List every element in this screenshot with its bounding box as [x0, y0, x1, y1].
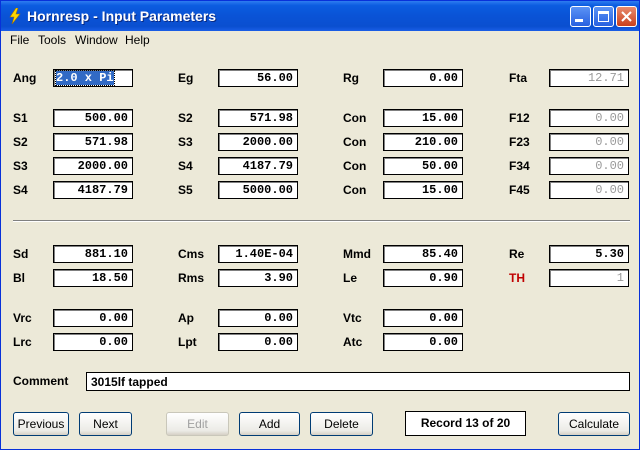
title-bar[interactable]: Hornresp - Input Parameters: [1, 1, 639, 31]
param-field-s2[interactable]: 571.98: [218, 109, 298, 127]
param-label-sd: Sd: [13, 247, 29, 261]
param-field-con[interactable]: 15.00: [383, 181, 463, 199]
param-label-s2: S2: [178, 111, 193, 125]
param-field-ang[interactable]: 2.0 x Pi: [53, 69, 133, 87]
param-field-s1[interactable]: 500.00: [53, 109, 133, 127]
param-field-rg[interactable]: 0.00: [383, 69, 463, 87]
param-label-s2: S2: [13, 135, 28, 149]
param-label-atc: Atc: [343, 335, 363, 349]
param-field-con[interactable]: 210.00: [383, 133, 463, 151]
menu-window[interactable]: Window: [75, 33, 118, 47]
param-field-th[interactable]: 1: [549, 269, 629, 287]
param-field-le[interactable]: 0.90: [383, 269, 463, 287]
param-field-con[interactable]: 50.00: [383, 157, 463, 175]
param-label-f12: F12: [509, 111, 530, 125]
close-button[interactable]: [616, 6, 637, 27]
close-icon: [621, 11, 632, 22]
maximize-button[interactable]: [593, 6, 614, 27]
param-field-eg[interactable]: 56.00: [218, 69, 298, 87]
param-field-con[interactable]: 15.00: [383, 109, 463, 127]
param-field-s4[interactable]: 4187.79: [218, 157, 298, 175]
minimize-button[interactable]: [570, 6, 591, 27]
delete-button[interactable]: Delete: [310, 412, 373, 436]
param-label-cms: Cms: [178, 247, 205, 261]
comment-field[interactable]: 3015lf tapped: [86, 372, 630, 391]
menu-tools[interactable]: Tools: [38, 33, 66, 47]
param-label-lrc: Lrc: [13, 335, 32, 349]
param-label-ap: Ap: [178, 311, 194, 325]
param-field-s3[interactable]: 2000.00: [218, 133, 298, 151]
selected-text: 2.0 x Pi: [55, 70, 115, 86]
param-label-fta: Fta: [509, 71, 527, 85]
calculate-button[interactable]: Calculate: [558, 412, 630, 436]
param-label-vtc: Vtc: [343, 311, 362, 325]
param-label-con: Con: [343, 135, 367, 149]
param-field-fta[interactable]: 12.71: [549, 69, 629, 87]
param-field-s3[interactable]: 2000.00: [53, 157, 133, 175]
param-label-eg: Eg: [178, 71, 194, 85]
param-label-s4: S4: [178, 159, 193, 173]
param-field-f23[interactable]: 0.00: [549, 133, 629, 151]
param-label-vrc: Vrc: [13, 311, 32, 325]
param-label-rg: Rg: [343, 71, 359, 85]
lightning-bolt-icon: [9, 8, 21, 24]
param-field-s2[interactable]: 571.98: [53, 133, 133, 151]
param-label-s3: S3: [178, 135, 193, 149]
param-field-lpt[interactable]: 0.00: [218, 333, 298, 351]
hornresp-window: Hornresp - Input Parameters File Tools W…: [0, 0, 640, 450]
param-label-con: Con: [343, 183, 367, 197]
param-label-th: TH: [509, 271, 525, 285]
menu-bar: File Tools Window Help: [2, 31, 639, 49]
param-field-vrc[interactable]: 0.00: [53, 309, 133, 327]
param-label-con: Con: [343, 159, 367, 173]
previous-button[interactable]: Previous: [13, 412, 69, 436]
param-label-s1: S1: [13, 111, 28, 125]
minimize-icon: [575, 19, 583, 22]
param-label-le: Le: [343, 271, 358, 285]
next-button[interactable]: Next: [79, 412, 132, 436]
separator-line: [13, 220, 630, 222]
param-label-re: Re: [509, 247, 525, 261]
window-title: Hornresp - Input Parameters: [27, 8, 217, 24]
menu-file[interactable]: File: [10, 33, 29, 47]
record-indicator: Record 13 of 20: [405, 411, 526, 436]
edit-button[interactable]: Edit: [166, 412, 229, 436]
param-field-cms[interactable]: 1.40E-04: [218, 245, 298, 263]
param-label-con: Con: [343, 111, 367, 125]
param-field-ap[interactable]: 0.00: [218, 309, 298, 327]
menu-help[interactable]: Help: [125, 33, 150, 47]
param-field-f34[interactable]: 0.00: [549, 157, 629, 175]
param-label-s4: S4: [13, 183, 28, 197]
param-field-mmd[interactable]: 85.40: [383, 245, 463, 263]
param-label-f45: F45: [509, 183, 530, 197]
param-label-bl: Bl: [13, 271, 25, 285]
maximize-icon: [598, 11, 609, 22]
param-field-sd[interactable]: 881.10: [53, 245, 133, 263]
param-field-lrc[interactable]: 0.00: [53, 333, 133, 351]
add-button[interactable]: Add: [239, 412, 300, 436]
param-field-rms[interactable]: 3.90: [218, 269, 298, 287]
param-label-mmd: Mmd: [343, 247, 371, 261]
param-field-s5[interactable]: 5000.00: [218, 181, 298, 199]
param-field-vtc[interactable]: 0.00: [383, 309, 463, 327]
param-label-s5: S5: [178, 183, 193, 197]
param-field-s4[interactable]: 4187.79: [53, 181, 133, 199]
param-label-f34: F34: [509, 159, 530, 173]
param-field-bl[interactable]: 18.50: [53, 269, 133, 287]
param-label-rms: Rms: [178, 271, 205, 285]
param-field-f45[interactable]: 0.00: [549, 181, 629, 199]
param-label-s3: S3: [13, 159, 28, 173]
param-label-f23: F23: [509, 135, 530, 149]
param-label-ang: Ang: [13, 71, 37, 85]
param-field-re[interactable]: 5.30: [549, 245, 629, 263]
param-label-lpt: Lpt: [178, 335, 197, 349]
param-field-atc[interactable]: 0.00: [383, 333, 463, 351]
param-field-f12[interactable]: 0.00: [549, 109, 629, 127]
comment-label: Comment: [13, 374, 69, 388]
